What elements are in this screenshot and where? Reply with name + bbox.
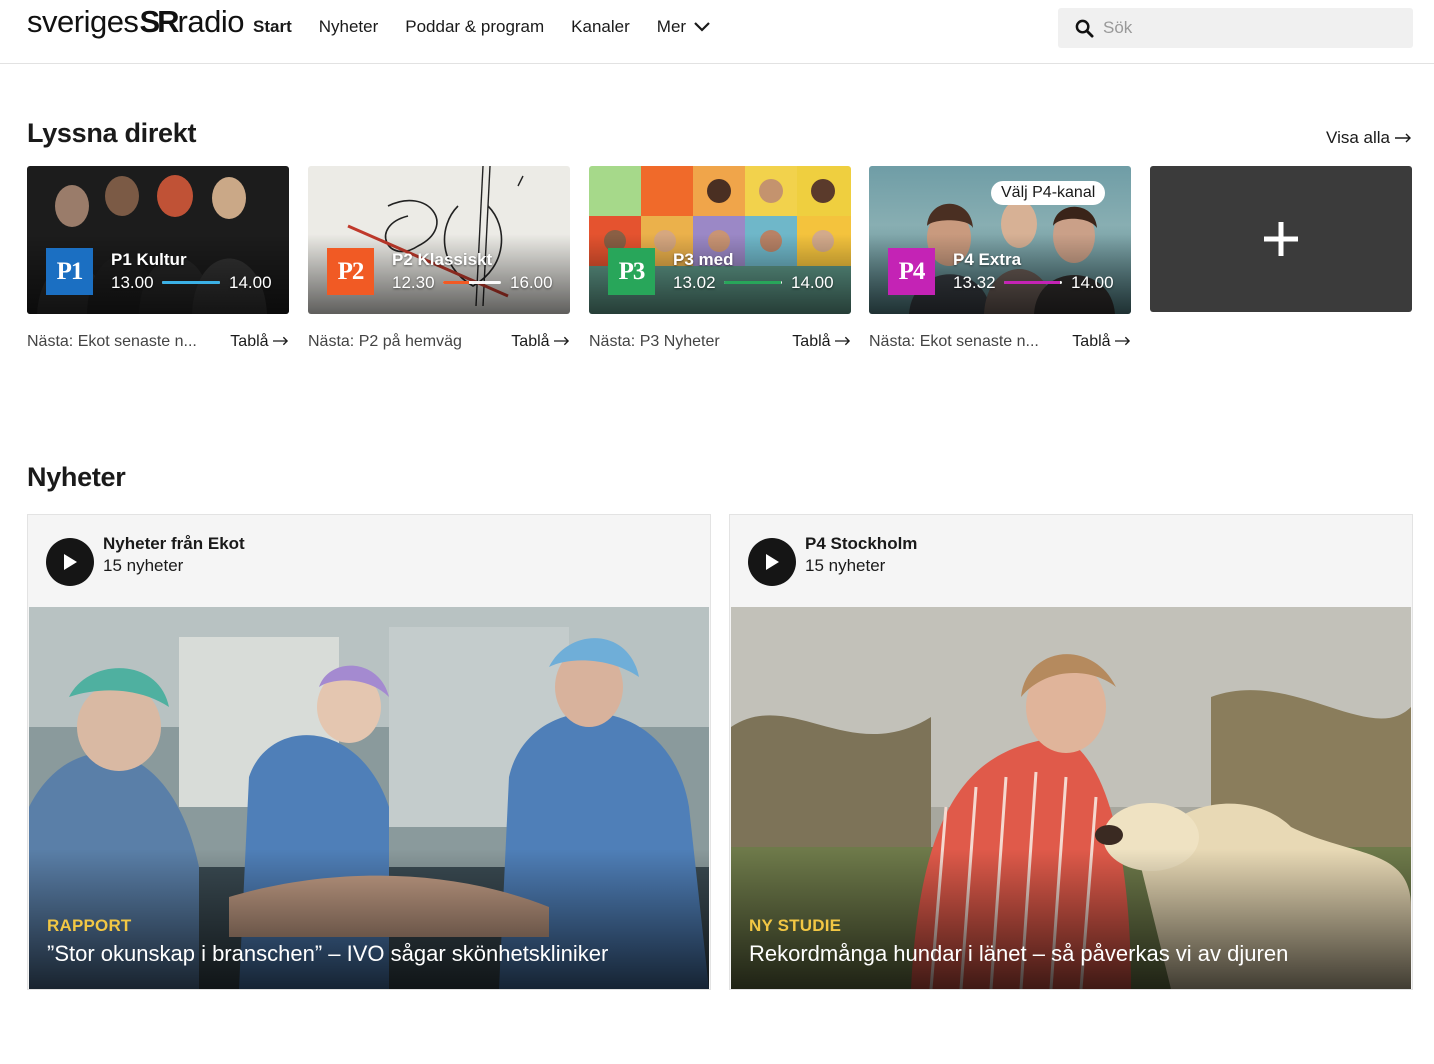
- next-program-text: Nästa: Ekot senaste n...: [27, 333, 197, 350]
- p2-logo: P2: [327, 248, 374, 295]
- nav-mer-label: Mer: [656, 17, 687, 36]
- channel-start-time: 13.32: [953, 273, 996, 292]
- channel-start-time: 12.30: [392, 273, 435, 292]
- news-card-header: Nyheter från Ekot 15 nyheter: [28, 515, 710, 607]
- news-card-ekot: Nyheter från Ekot 15 nyheter RAPPORT ”St…: [27, 514, 711, 990]
- channel-next-p4: Nästa: Ekot senaste n... Tablå: [869, 333, 1131, 355]
- arrow-right-icon: [1395, 133, 1411, 143]
- channel-start-time: 13.00: [111, 273, 154, 292]
- channel-program-name: P3 med: [673, 250, 734, 269]
- logo-text-left: sveriges: [27, 4, 139, 39]
- arrow-right-icon: [835, 336, 851, 346]
- news-card-header: P4 Stockholm 15 nyheter: [730, 515, 1412, 607]
- arrow-right-icon: [1115, 336, 1131, 346]
- news-image-dog[interactable]: NY STUDIE Rekordmånga hundar i länet – s…: [731, 607, 1411, 989]
- news-headline[interactable]: ”Stor okunskap i branschen” – IVO sågar …: [47, 941, 608, 967]
- site-header: sverigesSRradio Start Nyheter Poddar & p…: [0, 0, 1434, 64]
- search-box[interactable]: [1058, 8, 1413, 48]
- nav-kanaler[interactable]: Kanaler: [571, 17, 630, 37]
- channel-card-p2[interactable]: P2 P2 Klassiskt 12.30 16.00: [308, 166, 570, 314]
- channel-end-time: 16.00: [510, 273, 553, 292]
- channel-end-time: 14.00: [1071, 273, 1114, 292]
- channel-next-p3: Nästa: P3 Nyheter Tablå: [589, 333, 851, 355]
- news-source: Nyheter från Ekot: [103, 534, 245, 553]
- main-nav: Start Nyheter Poddar & program Kanaler M…: [253, 17, 737, 37]
- channel-card-p4[interactable]: Välj P4-kanal P4 P4 Extra 13.32 14.00: [869, 166, 1131, 314]
- choose-p4-channel-button[interactable]: Välj P4-kanal: [991, 181, 1106, 205]
- logo-text-right: radio: [177, 4, 245, 39]
- arrow-right-icon: [554, 336, 570, 346]
- chevron-down-icon: [694, 22, 710, 32]
- channel-end-time: 14.00: [229, 273, 272, 292]
- channel-card-p1[interactable]: P1 P1 Kultur 13.00 14.00: [27, 166, 289, 314]
- channel-program-name: P4 Extra: [953, 250, 1022, 269]
- add-channel-button[interactable]: [1150, 166, 1412, 312]
- schedule-link-p1[interactable]: Tablå: [230, 333, 289, 351]
- channel-next-p1: Nästa: Ekot senaste n... Tablå: [27, 333, 289, 355]
- p1-logo: P1: [46, 248, 93, 295]
- p4-logo: P4: [888, 248, 935, 295]
- channel-progress-bar: [443, 281, 501, 284]
- search-icon: [1075, 18, 1095, 38]
- schedule-label: Tablå: [792, 333, 831, 350]
- news-card-p4-stockholm: P4 Stockholm 15 nyheter NY STUDIE Rekord…: [729, 514, 1413, 990]
- nav-nyheter[interactable]: Nyheter: [319, 17, 379, 37]
- nav-mer[interactable]: Mer: [657, 17, 710, 37]
- channel-progress-fill: [443, 281, 470, 284]
- channel-start-time: 13.02: [673, 273, 716, 292]
- channel-progress-bar: [162, 281, 220, 284]
- channel-program-name: P2 Klassiskt: [392, 250, 493, 269]
- nav-poddar-program[interactable]: Poddar & program: [405, 17, 544, 37]
- schedule-link-p2[interactable]: Tablå: [511, 333, 570, 351]
- live-section-title: Lyssna direkt: [27, 118, 197, 148]
- news-section-title: Nyheter: [27, 462, 126, 492]
- see-all-link[interactable]: Visa alla: [1326, 128, 1412, 148]
- channel-progress-fill: [1004, 281, 1060, 284]
- schedule-link-p4[interactable]: Tablå: [1072, 333, 1131, 351]
- news-image-surgery[interactable]: RAPPORT ”Stor okunskap i branschen” – IV…: [29, 607, 709, 989]
- see-all-label: Visa alla: [1326, 128, 1390, 147]
- news-headline[interactable]: Rekordmånga hundar i länet – så påverkas…: [749, 941, 1288, 967]
- schedule-label: Tablå: [511, 333, 550, 350]
- plus-icon: [1264, 222, 1298, 256]
- news-tag: NY STUDIE: [749, 916, 842, 935]
- news-tag: RAPPORT: [47, 916, 132, 935]
- channel-next-p2: Nästa: P2 på hemväg Tablå: [308, 333, 570, 355]
- next-program-text: Nästa: Ekot senaste n...: [869, 333, 1039, 350]
- play-icon: [766, 554, 779, 570]
- next-program-text: Nästa: P2 på hemväg: [308, 333, 462, 350]
- sveriges-radio-logo[interactable]: sverigesSRradio: [27, 4, 244, 40]
- channel-progress-bar: [724, 281, 782, 284]
- search-input[interactable]: [1103, 18, 1403, 38]
- schedule-label: Tablå: [230, 333, 269, 350]
- news-count: 15 nyheter: [805, 556, 886, 575]
- news-count: 15 nyheter: [103, 556, 184, 575]
- news-source: P4 Stockholm: [805, 534, 918, 553]
- nav-start[interactable]: Start: [253, 17, 292, 37]
- schedule-label: Tablå: [1072, 333, 1111, 350]
- channel-program-name: P1 Kultur: [111, 250, 187, 269]
- channel-card-p3[interactable]: P3 P3 med 13.02 14.00: [589, 166, 851, 314]
- p3-logo: P3: [608, 248, 655, 295]
- play-button[interactable]: [748, 538, 796, 586]
- schedule-link-p3[interactable]: Tablå: [792, 333, 851, 351]
- channel-end-time: 14.00: [791, 273, 834, 292]
- logo-mark: SR: [139, 4, 179, 39]
- arrow-right-icon: [273, 336, 289, 346]
- channel-progress-fill: [724, 281, 781, 284]
- channel-progress-bar: [1004, 281, 1062, 284]
- play-icon: [64, 554, 77, 570]
- channel-progress-fill: [162, 281, 220, 284]
- play-button[interactable]: [46, 538, 94, 586]
- next-program-text: Nästa: P3 Nyheter: [589, 333, 720, 350]
